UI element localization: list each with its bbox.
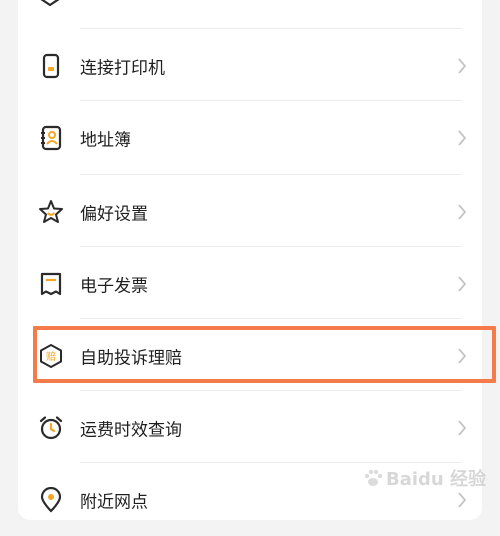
menu-item-e-invoice[interactable]: 电子发票 [18, 248, 482, 320]
divider [80, 246, 462, 247]
divider [80, 174, 462, 175]
menu-item-connect-printer[interactable]: 连接打印机 [18, 30, 482, 102]
chevron-right-icon [458, 276, 467, 292]
receipt-icon [38, 271, 64, 297]
divider [80, 462, 462, 463]
menu-item-label: 连接打印机 [80, 58, 165, 79]
star-icon [38, 199, 64, 225]
divider [80, 28, 462, 29]
chevron-right-icon [458, 492, 467, 508]
top-partial-icon [38, 0, 62, 7]
menu-item-preferences[interactable]: 偏好设置 [18, 176, 482, 248]
menu-item-self-service-claims[interactable]: 赔 自助投诉理赔 [18, 320, 482, 392]
menu-item-label: 偏好设置 [80, 204, 148, 225]
divider [80, 318, 462, 319]
menu-item-shipping-time-query[interactable]: 运费时效查询 [18, 392, 482, 464]
watermark-text: Baidu 经验 [385, 469, 486, 490]
baidu-watermark: Baidu 经验 [362, 464, 486, 492]
alarm-clock-icon [38, 415, 64, 441]
menu-item-label: 附近网点 [80, 492, 148, 513]
divider [80, 100, 462, 101]
claim-badge-icon: 赔 [38, 343, 64, 369]
chevron-right-icon [458, 58, 467, 74]
divider [80, 390, 462, 391]
paw-icon [364, 469, 383, 486]
printer-icon [38, 53, 64, 79]
chevron-right-icon [458, 204, 467, 220]
menu-item-label: 地址簿 [80, 130, 131, 151]
claim-badge-text: 赔 [46, 350, 56, 363]
menu-item-address-book[interactable]: 地址簿 [18, 102, 482, 174]
menu-item-label: 电子发票 [80, 276, 148, 297]
address-book-icon [38, 125, 64, 151]
menu-item-label: 自助投诉理赔 [80, 348, 182, 369]
chevron-right-icon [458, 348, 467, 364]
chevron-right-icon [458, 130, 467, 146]
menu-item-label: 运费时效查询 [80, 420, 182, 441]
location-pin-icon [38, 487, 64, 513]
chevron-right-icon [458, 420, 467, 436]
